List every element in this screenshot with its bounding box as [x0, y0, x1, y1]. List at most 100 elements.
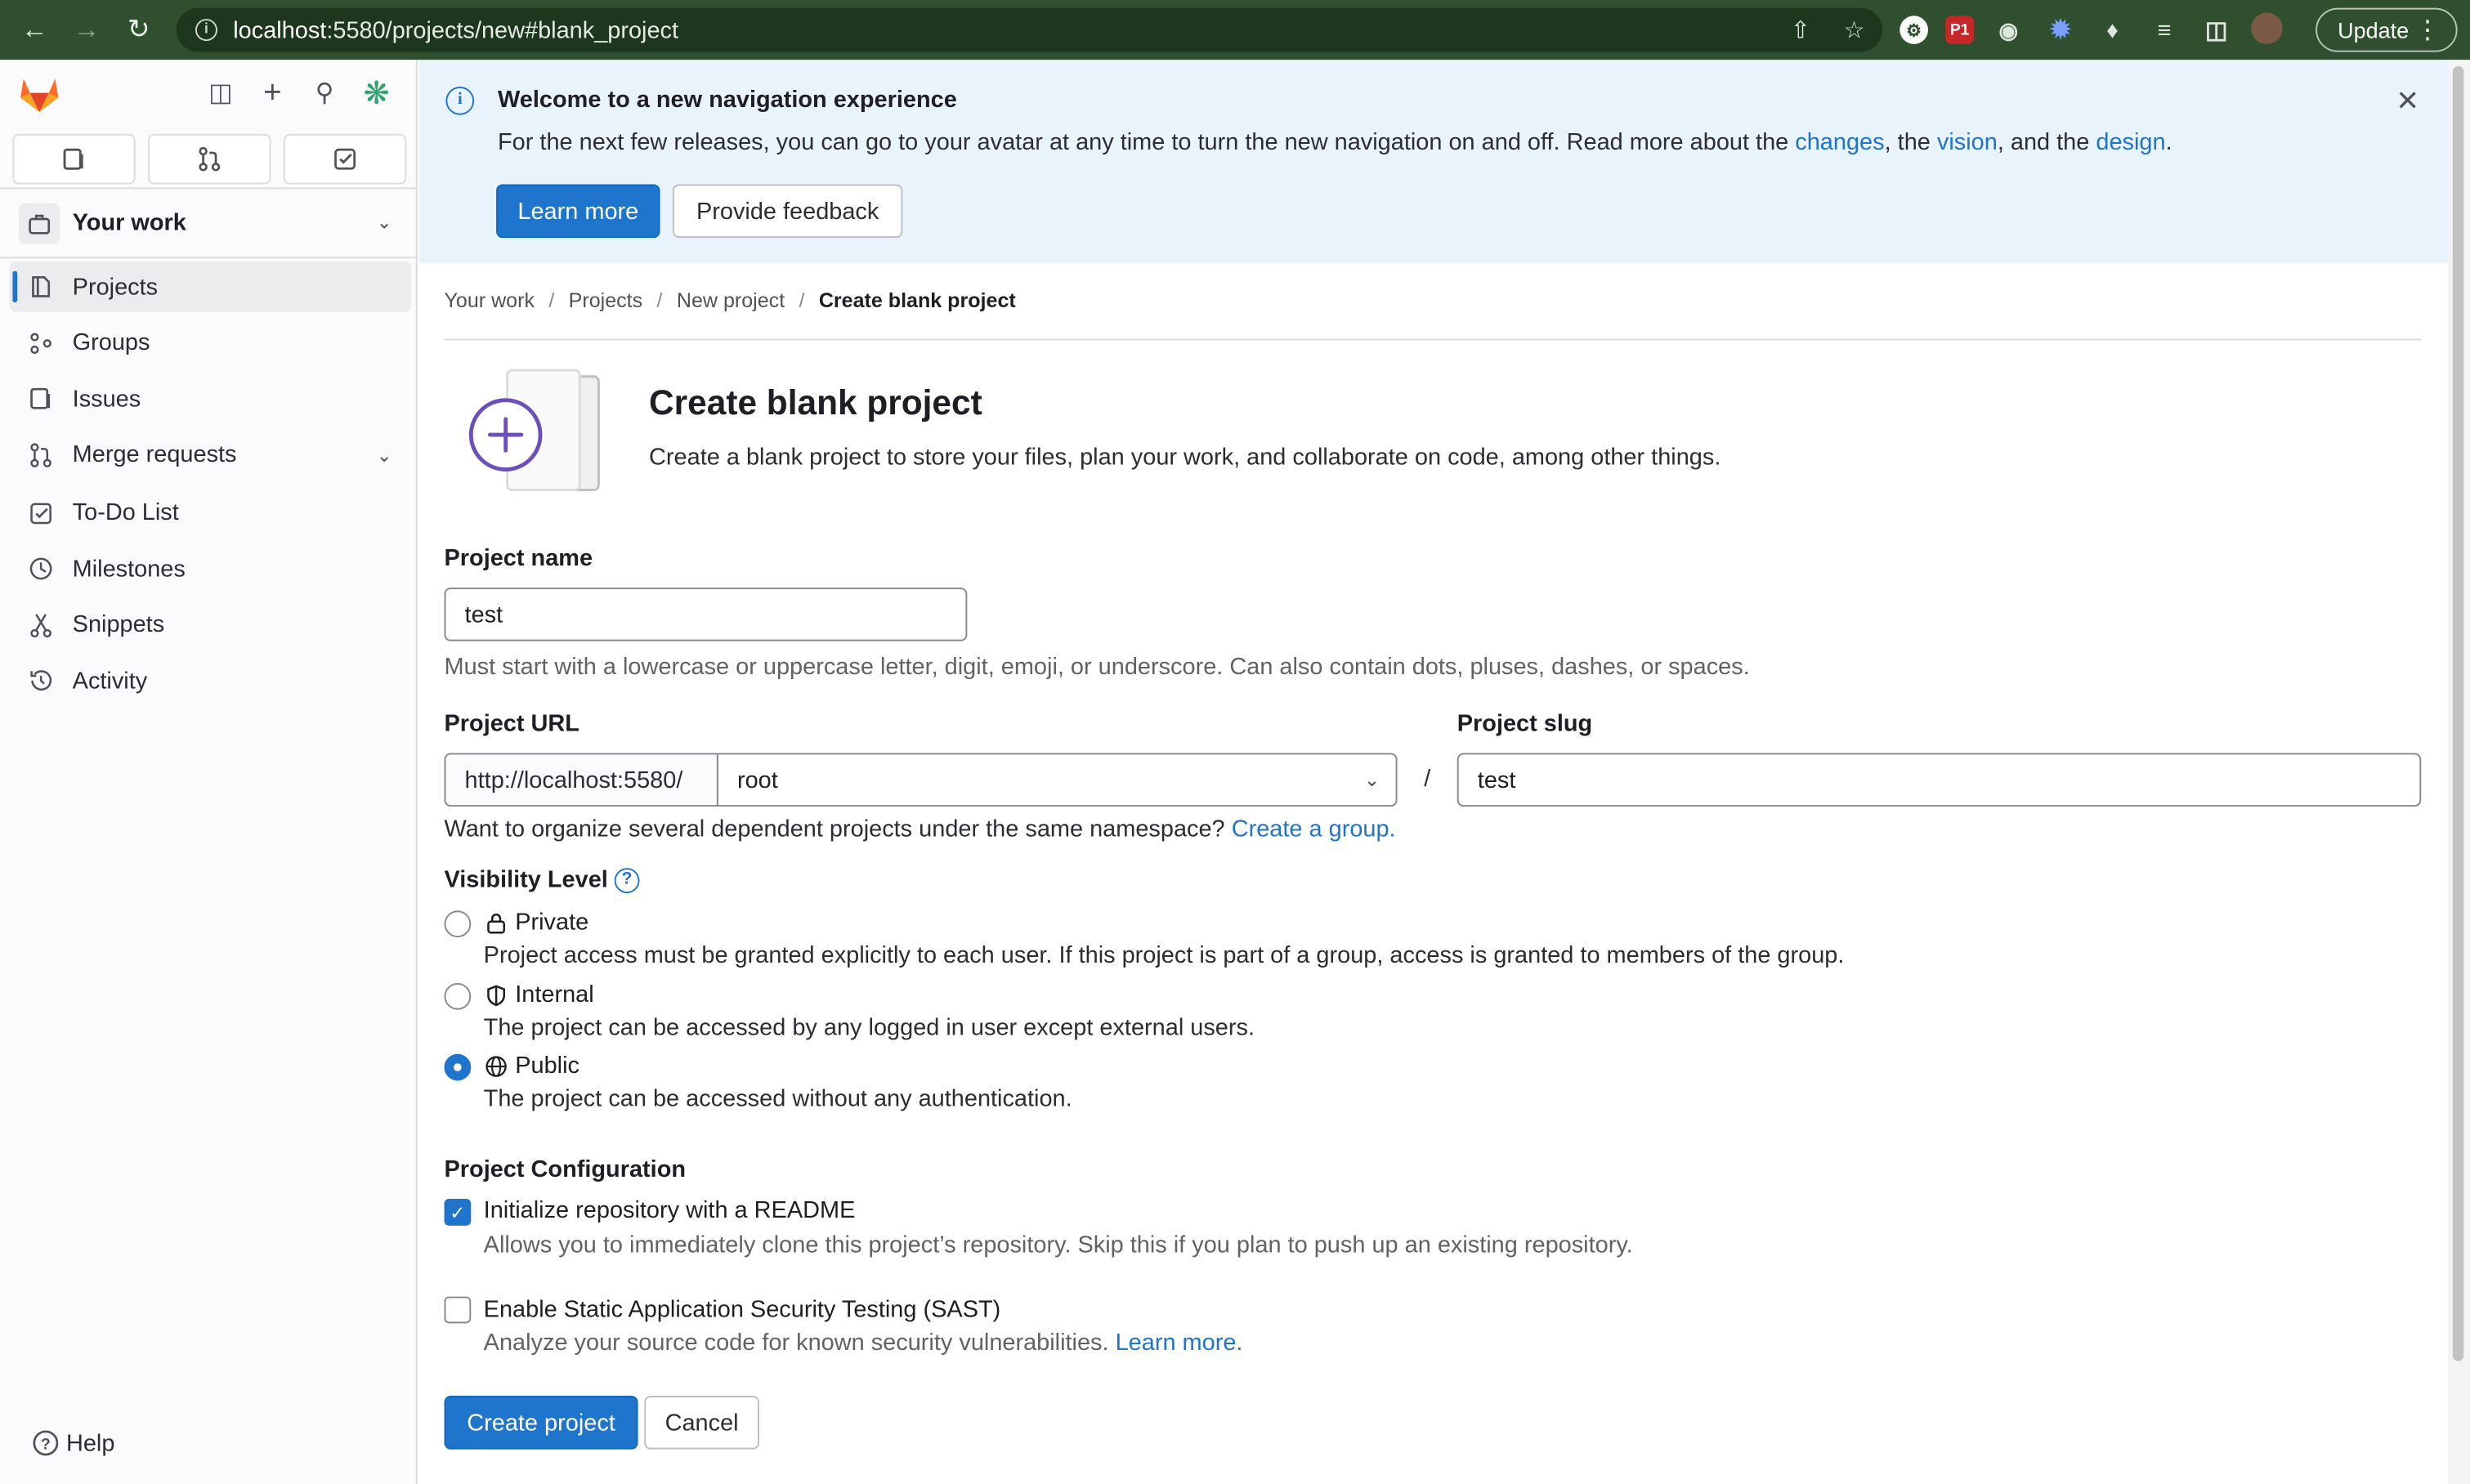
context-label: Your work [72, 209, 186, 237]
project-icon [25, 271, 57, 303]
help-button[interactable]: ? Help [32, 1429, 114, 1458]
breadcrumb-projects[interactable]: Projects [569, 288, 643, 312]
visibility-internal-description: The project can be accessed by any logge… [483, 1014, 1255, 1042]
group-hint: Want to organize several dependent proje… [444, 816, 1396, 843]
page-description: Create a blank project to store your fil… [649, 444, 1721, 472]
address-text: localhost:5580/projects/new#blank_projec… [233, 16, 679, 44]
more-vertical-icon[interactable]: ⋮ [2415, 14, 2441, 46]
chevron-down-icon[interactable]: ⌄ [377, 444, 392, 466]
briefcase-icon [19, 202, 60, 244]
profile-avatar[interactable] [2251, 12, 2283, 44]
gitlab-logo-icon[interactable] [17, 73, 61, 114]
user-avatar[interactable]: ❋ [360, 76, 392, 110]
sast-learn-more-link[interactable]: Learn more. [1116, 1330, 1243, 1357]
readme-description: Allows you to immediately clone this pro… [483, 1231, 1633, 1259]
sidebar-toggle-icon[interactable]: ◫ [205, 77, 237, 109]
visibility-private-description: Project access must be granted explicitl… [483, 941, 1845, 969]
merge-request-icon [199, 146, 221, 172]
scrollbar[interactable] [2448, 60, 2470, 1484]
changes-link[interactable]: changes [1795, 129, 1884, 156]
bookmark-star-icon[interactable]: ☆ [1838, 14, 1870, 46]
provide-feedback-button[interactable]: Provide feedback [672, 184, 903, 239]
learn-more-button[interactable]: Learn more [496, 184, 660, 239]
extension-gear-icon[interactable]: ✹ [2043, 12, 2078, 47]
address-bar[interactable]: i localhost:5580/projects/new#blank_proj… [176, 7, 1883, 52]
sidebar-item-projects[interactable]: Projects [9, 261, 412, 312]
visibility-public-option[interactable]: Public [484, 1053, 579, 1079]
sidebar-item-merge-requests[interactable]: Merge requests ⌄ [10, 429, 411, 480]
sidebar-item-snippets[interactable]: Snippets [10, 600, 411, 650]
sidebar-item-activity[interactable]: Activity [10, 655, 411, 706]
context-switcher[interactable]: Your work ⌄ [0, 187, 418, 259]
site-info-icon[interactable]: i [195, 19, 217, 42]
snippet-icon [25, 609, 57, 641]
visibility-private-radio[interactable] [444, 910, 472, 938]
project-url-label: Project URL [444, 710, 579, 738]
sidebar-item-milestones[interactable]: Milestones [10, 543, 411, 594]
readme-option-label[interactable]: Initialize repository with a README [484, 1197, 856, 1224]
scrollbar-thumb[interactable] [2452, 65, 2464, 1361]
issues-count-button[interactable] [12, 133, 136, 185]
side-panel-icon[interactable]: ◫ [2199, 12, 2234, 47]
group-icon [25, 327, 57, 359]
create-project-button[interactable]: Create project [444, 1396, 638, 1450]
camera-icon[interactable]: ◉ [1991, 12, 2025, 47]
project-name-input[interactable]: test [444, 588, 968, 641]
sidebar-item-groups[interactable]: Groups [10, 317, 411, 368]
back-arrow-icon[interactable]: ← [17, 12, 51, 47]
banner-body: For the next few releases, you can go to… [498, 129, 2172, 156]
close-icon[interactable]: ✕ [2396, 85, 2419, 118]
info-icon: i [445, 87, 475, 115]
share-icon[interactable]: ⇧ [1785, 14, 1817, 46]
forward-arrow-icon[interactable]: → [69, 12, 104, 47]
readme-checkbox[interactable]: ✓ [444, 1199, 472, 1226]
puzzle-icon[interactable]: ♦ [2095, 12, 2129, 47]
update-button[interactable]: Update ⋮ [2316, 7, 2458, 52]
main-content: i Welcome to a new navigation experience… [418, 60, 2449, 1484]
search-icon[interactable]: ⚲ [309, 77, 341, 109]
project-configuration-label: Project Configuration [444, 1156, 687, 1183]
sidebar-item-label: Milestones [72, 555, 186, 583]
reading-list-icon[interactable]: ≡ [2147, 12, 2181, 47]
merge-requests-count-button[interactable] [148, 133, 271, 185]
visibility-public-radio[interactable] [444, 1053, 472, 1081]
todo-icon [25, 497, 57, 529]
sast-option-label[interactable]: Enable Static Application Security Testi… [484, 1297, 1001, 1324]
visibility-internal-radio[interactable] [444, 982, 472, 1010]
breadcrumb-your-work[interactable]: Your work [444, 288, 534, 312]
blank-project-illustration-icon [468, 369, 600, 491]
extension-badge-icon[interactable]: ⚙ [1899, 16, 1929, 44]
project-slug-input[interactable]: test [1456, 753, 2422, 807]
sidebar-item-todo-list[interactable]: To-Do List [10, 488, 411, 539]
design-link[interactable]: design [2096, 129, 2165, 156]
project-slug-label: Project slug [1456, 710, 1593, 738]
visibility-public-description: The project can be accessed without any … [483, 1085, 1072, 1113]
create-group-link[interactable]: Create a group. [1232, 816, 1396, 843]
extension-p1-icon[interactable]: P1 [1945, 16, 1974, 44]
navigation-banner: i Welcome to a new navigation experience… [418, 60, 2449, 263]
url-separator: / [1424, 765, 1431, 793]
cancel-button[interactable]: Cancel [644, 1396, 759, 1450]
banner-title: Welcome to a new navigation experience [498, 87, 957, 114]
svg-text:?: ? [41, 1437, 51, 1454]
visibility-private-option[interactable]: Private [484, 909, 588, 936]
reload-icon[interactable]: ↻ [121, 12, 155, 47]
vision-link[interactable]: vision [1937, 129, 1998, 156]
merge-request-icon [25, 439, 57, 471]
sast-checkbox[interactable] [444, 1296, 472, 1324]
project-name-label: Project name [444, 545, 593, 572]
browser-toolbar: ← → ↻ i localhost:5580/projects/new#blan… [0, 0, 2470, 60]
plus-icon[interactable]: + [257, 75, 289, 110]
sidebar-item-label: Projects [72, 273, 159, 301]
sidebar: ◫ + ⚲ ❋ Your work ⌄ Projects Groups Issu… [0, 60, 418, 1484]
breadcrumb: Your work / Projects / New project / Create… [444, 288, 1016, 312]
divider [444, 338, 2422, 341]
todos-count-button[interactable] [283, 133, 407, 185]
breadcrumb-new-project[interactable]: New project [677, 288, 785, 312]
help-question-icon[interactable]: ? [614, 868, 640, 894]
sidebar-item-issues[interactable]: Issues [10, 373, 411, 424]
namespace-select[interactable]: root ⌄ [716, 753, 1398, 807]
chevron-down-icon: ⌄ [376, 211, 392, 234]
todo-icon [334, 148, 356, 170]
visibility-internal-option[interactable]: Internal [484, 981, 594, 1008]
